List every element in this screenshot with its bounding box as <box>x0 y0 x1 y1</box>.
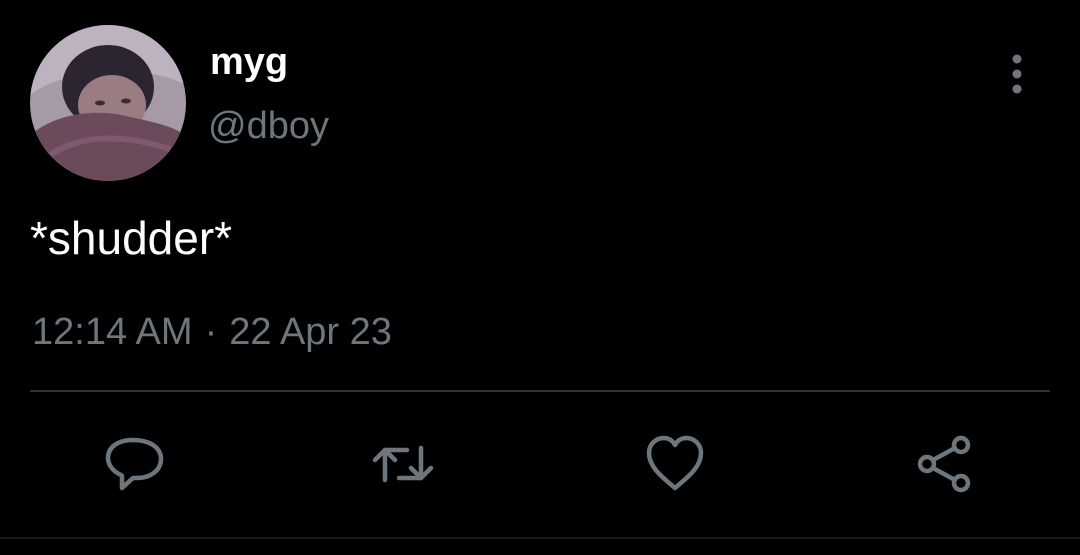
share-icon <box>917 435 971 493</box>
more-vertical-icon <box>1012 54 1022 94</box>
like-button[interactable] <box>643 432 707 496</box>
author-display-name[interactable]: myg <box>210 40 288 84</box>
tweet-date: 22 Apr 23 <box>229 311 392 353</box>
tweet-timestamp[interactable]: 12:14 AM · 22 Apr 23 <box>32 310 392 354</box>
author-handle[interactable]: @dboy <box>208 104 329 148</box>
timestamp-separator: · <box>204 311 218 353</box>
author-avatar[interactable] <box>30 25 186 181</box>
tweet-text: *shudder* <box>30 212 233 264</box>
reply-icon <box>105 437 164 491</box>
retweet-icon <box>372 445 434 483</box>
tweet-bottom-border <box>0 537 1080 539</box>
actions-divider <box>30 390 1050 392</box>
retweet-button[interactable] <box>371 432 435 496</box>
more-options-button[interactable] <box>996 52 1038 96</box>
share-button[interactable] <box>913 432 977 496</box>
heart-icon <box>646 435 704 491</box>
reply-button[interactable] <box>103 432 167 496</box>
avatar-image <box>30 25 186 181</box>
tweet-time: 12:14 AM <box>32 311 193 353</box>
